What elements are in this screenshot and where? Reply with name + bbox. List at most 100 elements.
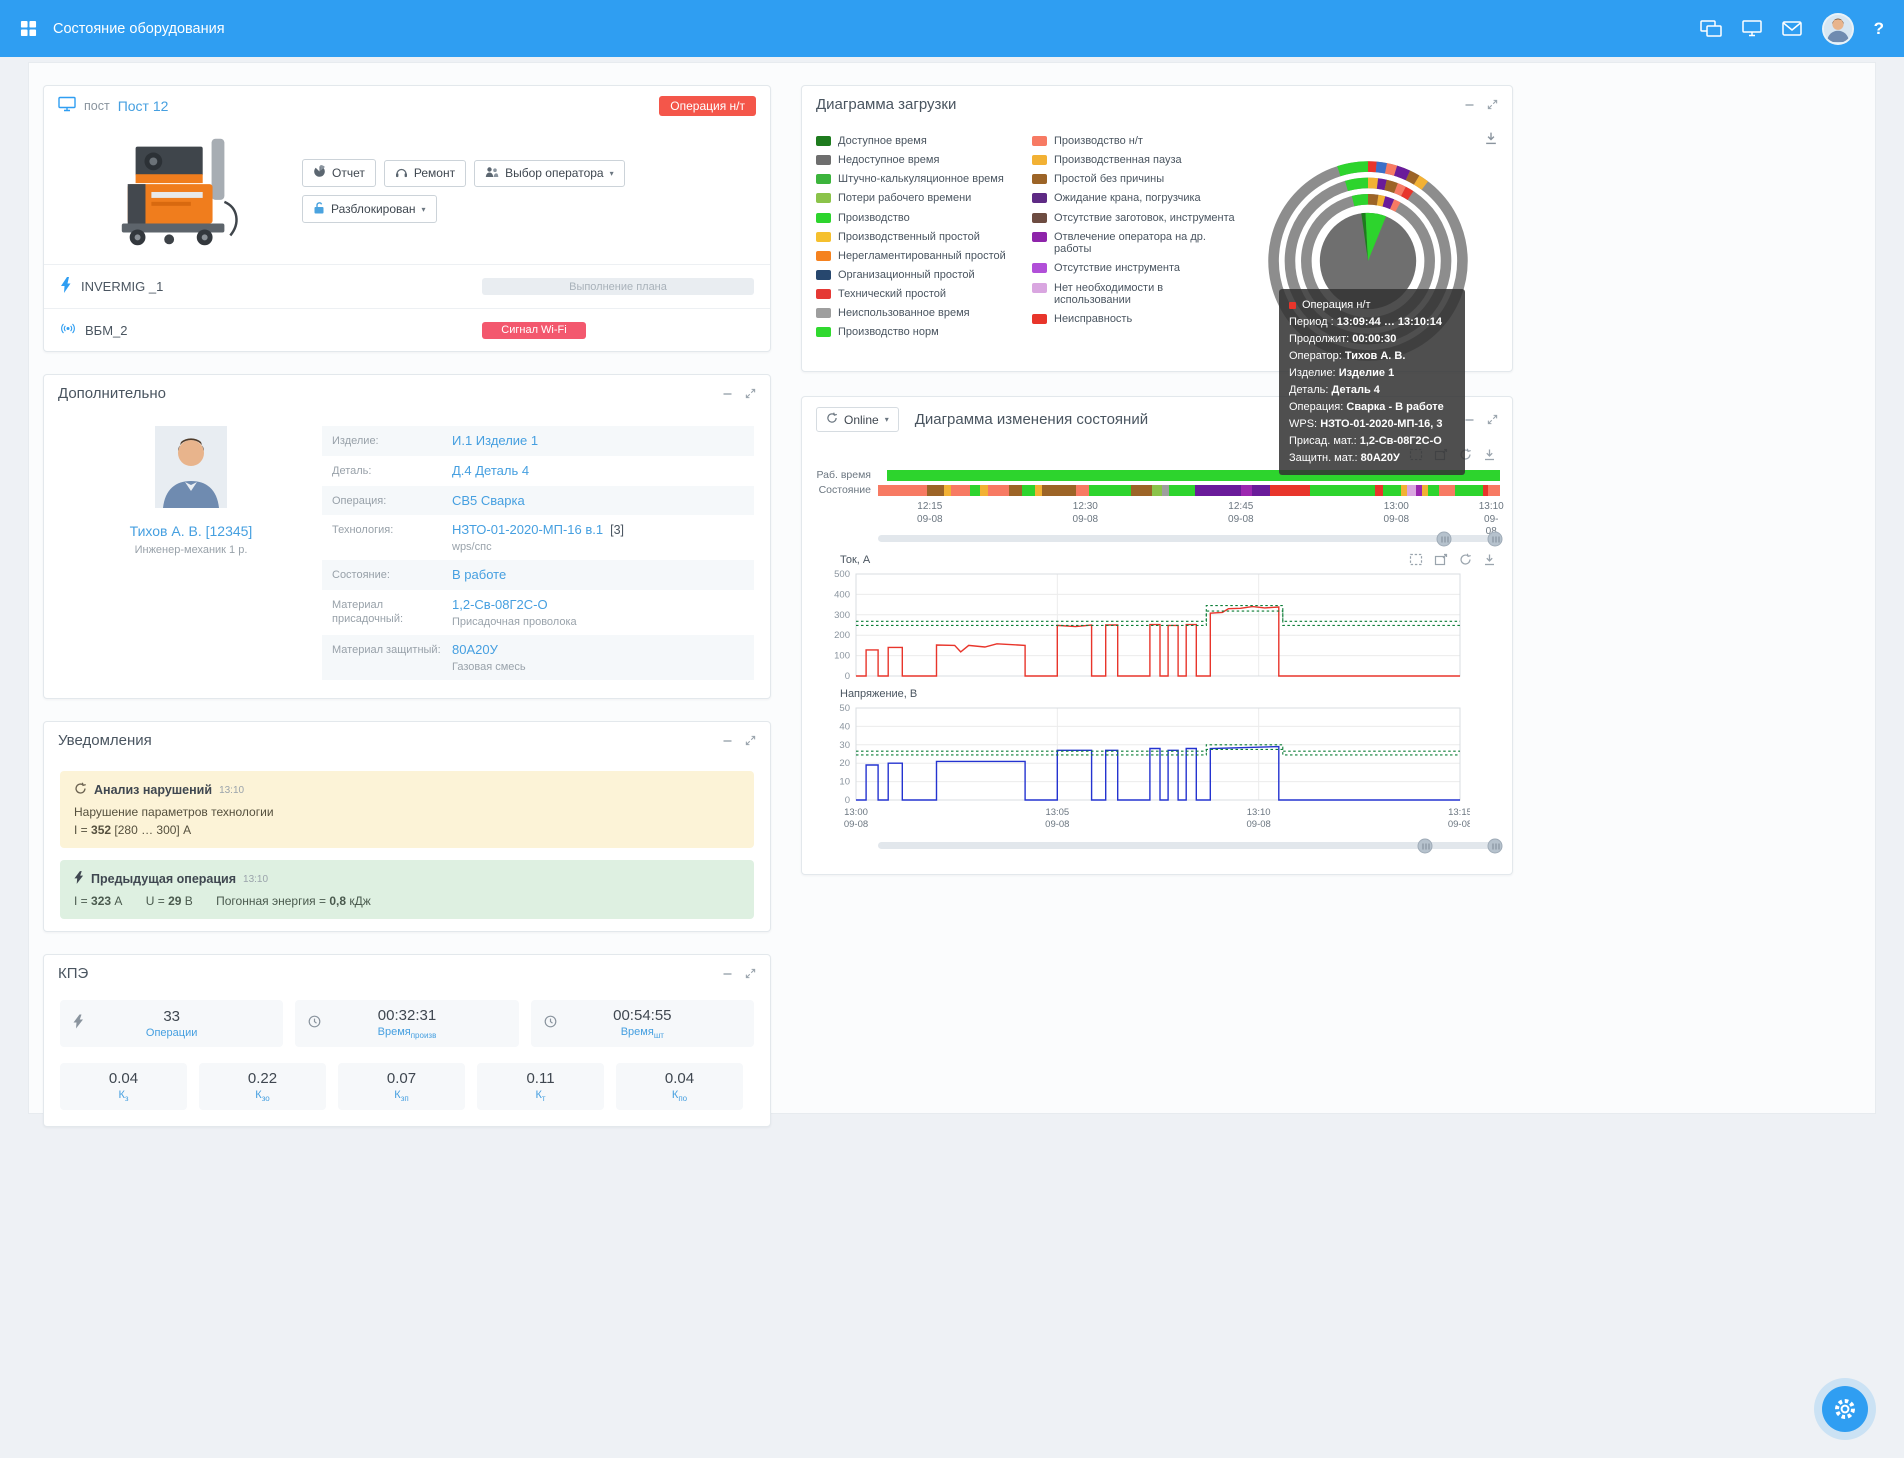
field-value-link[interactable]: 80А20У: [452, 642, 498, 657]
collapse-icon[interactable]: [722, 388, 733, 399]
svg-text:300: 300: [834, 610, 850, 621]
pie-chart-icon: [313, 165, 326, 181]
legend-item: Доступное время: [816, 135, 1022, 148]
chevron-down-icon: ▾: [422, 205, 426, 214]
field-value-link[interactable]: НЗТО-01-2020-МП-16 в.1: [452, 522, 603, 537]
collapse-icon[interactable]: [722, 735, 733, 746]
card-title: Диаграмма загрузки: [816, 96, 956, 113]
tooltip-label: Деталь:: [1289, 384, 1328, 396]
donut-tooltip: Операция н/т Период : 13:09:44 … 13:10:1…: [1279, 289, 1465, 475]
slider-track[interactable]: [878, 842, 1500, 849]
unlock-button[interactable]: Разблокирован ▾: [302, 195, 437, 223]
state-strip[interactable]: [878, 485, 1500, 496]
legend-swatch: [816, 193, 831, 203]
field-value-link[interactable]: И.1 Изделие 1: [452, 433, 538, 448]
settings-fab-button[interactable]: [1822, 1386, 1868, 1432]
kpi-label-sub: т: [542, 1094, 546, 1103]
current-value: I = 323 А: [74, 894, 122, 908]
monitor-icon[interactable]: [1742, 20, 1762, 37]
voltage-chart[interactable]: 0102030405013:0009-0813:0509-0813:1009-0…: [814, 700, 1470, 834]
slider-handle-right[interactable]: [1488, 531, 1503, 546]
zoom-out-box-icon[interactable]: [1434, 553, 1448, 566]
box-select-icon[interactable]: [1409, 553, 1423, 566]
legend-item: Отсутствие заготовок, инструмента: [1032, 212, 1238, 225]
apps-grid-icon[interactable]: [20, 20, 37, 37]
slider-handle-left[interactable]: [1437, 531, 1452, 546]
tick-time: 12:45: [1228, 501, 1254, 514]
device-name: ВБМ_2: [85, 323, 128, 338]
expand-icon[interactable]: [1487, 414, 1498, 425]
field-value-link[interactable]: 1,2-Св-08Г2С-О: [452, 597, 548, 612]
value-part: 352: [91, 823, 111, 837]
current-chart[interactable]: 0100200300400500: [814, 566, 1470, 684]
field-row: Состояние:В работе: [322, 560, 754, 590]
legend-swatch: [1032, 174, 1047, 184]
slider-track[interactable]: [878, 535, 1500, 542]
tooltip-header: Операция н/т: [1302, 297, 1371, 314]
strip-segment: [1241, 485, 1252, 496]
screen-share-icon[interactable]: [1700, 20, 1722, 38]
field-value-link[interactable]: Д.4 Деталь 4: [452, 463, 529, 478]
operator-id-link[interactable]: [12345]: [206, 523, 253, 539]
download-icon[interactable]: [1483, 553, 1496, 566]
collapse-icon[interactable]: [1464, 414, 1475, 425]
report-button[interactable]: Отчет: [302, 159, 376, 187]
download-icon[interactable]: [1484, 131, 1498, 145]
tooltip-value: 13:09:44 … 13:10:14: [1337, 316, 1442, 328]
legend-label: Недоступное время: [838, 154, 939, 167]
legend-label: Неиспользованное время: [838, 307, 970, 320]
expand-icon[interactable]: [745, 388, 756, 399]
online-toggle-button[interactable]: Online ▾: [816, 407, 899, 432]
svg-text:0: 0: [845, 795, 850, 806]
plan-progress-bar: Выполнение плана: [482, 278, 754, 295]
tooltip-row: Оператор: Тихов А. В.: [1289, 348, 1455, 365]
tooltip-label: WPS:: [1289, 418, 1317, 430]
svg-text:13:10: 13:10: [1247, 807, 1271, 818]
expand-icon[interactable]: [745, 968, 756, 979]
strip-segment: [1310, 485, 1375, 496]
help-icon[interactable]: ?: [1874, 19, 1884, 39]
legend-label: Технический простой: [838, 288, 946, 301]
svg-text:30: 30: [839, 740, 850, 751]
timeline-range-slider[interactable]: [878, 529, 1500, 547]
field-value-line: НЗТО-01-2020-МП-16 в.1[3]: [452, 522, 744, 537]
strip-segment: [970, 485, 980, 496]
expand-icon[interactable]: [745, 735, 756, 746]
slider-handle-left[interactable]: [1418, 838, 1433, 853]
tick-time: 12:15: [917, 501, 943, 514]
kpi-value: 0.04: [109, 1070, 138, 1087]
kpi-value: 33: [163, 1008, 180, 1025]
slider-handle-right[interactable]: [1488, 838, 1503, 853]
chart-range-slider[interactable]: [878, 836, 1500, 854]
tooltip-value: 80А20У: [1361, 452, 1400, 464]
field-value-link[interactable]: СВ5 Сварка: [452, 493, 525, 508]
refresh-icon[interactable]: [1459, 553, 1472, 566]
field-value-line: 1,2-Св-08Г2С-О: [452, 597, 744, 612]
svg-text:50: 50: [839, 703, 850, 714]
status-badge: Операция н/т: [659, 96, 756, 116]
field-value-link[interactable]: В работе: [452, 567, 506, 582]
legend-swatch: [816, 289, 831, 299]
violation-alert: Анализ нарушений 13:10 Нарушение парамет…: [60, 771, 754, 848]
collapse-icon[interactable]: [722, 968, 733, 979]
kpi-label-sub: зп: [401, 1094, 409, 1103]
kpi-tile: 0.07Кзп: [338, 1063, 465, 1110]
page-title: Состояние оборудования: [53, 21, 225, 37]
collapse-icon[interactable]: [1464, 99, 1475, 110]
timeline-tick: 12:4509-08: [1228, 501, 1254, 526]
post-link[interactable]: Пост 12: [118, 98, 169, 114]
kpi-value: 0.04: [665, 1070, 694, 1087]
legend-item: Производственная пауза: [1032, 154, 1238, 167]
download-icon[interactable]: [1483, 448, 1496, 461]
kpi-tile: 00:32:31Времяпроизв: [295, 1000, 518, 1047]
repair-button[interactable]: Ремонт: [384, 160, 466, 187]
alert-title-text: Анализ нарушений: [94, 783, 212, 797]
mail-icon[interactable]: [1782, 21, 1802, 36]
user-avatar[interactable]: [1822, 13, 1854, 45]
expand-icon[interactable]: [1487, 99, 1498, 110]
operator-name-link[interactable]: Тихов А. В.: [130, 523, 202, 539]
operator-select-button[interactable]: Выбор оператора ▾: [474, 160, 625, 187]
strip-segment: [1428, 485, 1439, 496]
tooltip-row: Деталь: Деталь 4: [1289, 382, 1455, 399]
energy-value: Погонная энергия = 0,8 кДж: [216, 894, 371, 908]
